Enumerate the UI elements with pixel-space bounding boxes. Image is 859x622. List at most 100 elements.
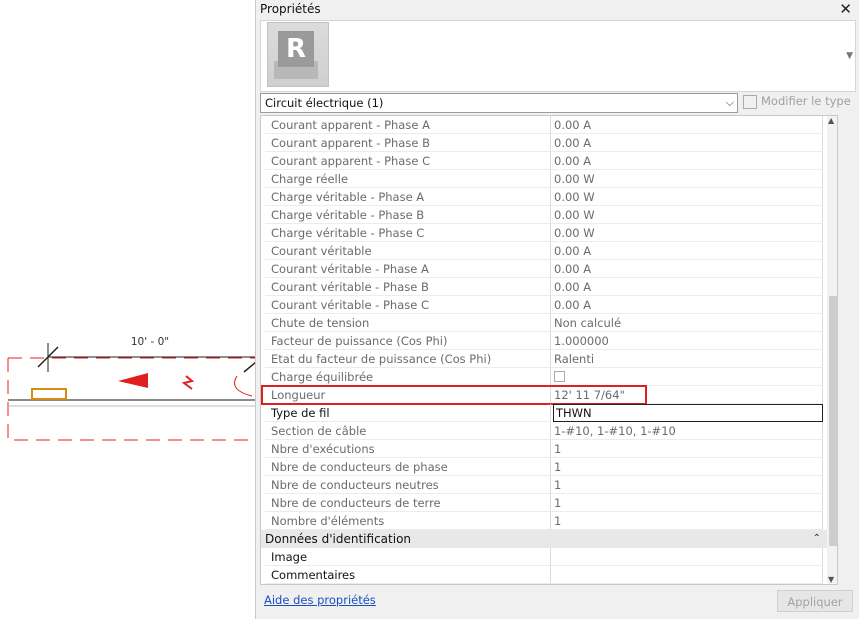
property-row[interactable]: Longueur 12' 11 7/64"	[261, 386, 837, 404]
property-name: Courant véritable - Phase A	[265, 260, 551, 278]
properties-panel: Propriétés ✕ R ▼ Circuit électrique (1) …	[255, 0, 859, 619]
vertical-scrollbar[interactable]: ▲ ▼	[827, 116, 837, 584]
property-value[interactable]: Ralenti	[551, 350, 823, 368]
property-value[interactable]: 1-#10, 1-#10, 1-#10	[551, 422, 823, 440]
property-row[interactable]: Nbre d'exécutions 1	[261, 440, 837, 458]
property-name: Facteur de puissance (Cos Phi)	[265, 332, 551, 350]
property-row[interactable]: Courant apparent - Phase B 0.00 A	[261, 134, 837, 152]
panel-title: Propriétés	[260, 2, 321, 16]
property-value[interactable]: 1	[551, 440, 823, 458]
property-name: Charge réelle	[265, 170, 551, 188]
type-dropdown-icon[interactable]: ▼	[846, 51, 853, 61]
property-row[interactable]: Charge véritable - Phase C 0.00 W	[261, 224, 837, 242]
property-name: Nbre d'exécutions	[265, 440, 551, 458]
edit-type-icon	[743, 94, 757, 109]
type-preview[interactable]: R ▼	[260, 20, 856, 92]
instance-selector-value: Circuit électrique (1)	[265, 96, 384, 110]
property-row[interactable]: Nbre de conducteurs neutres 1	[261, 476, 837, 494]
property-value[interactable]	[551, 566, 823, 584]
property-row[interactable]: Nombre d'éléments 1	[261, 512, 837, 530]
property-name: Charge véritable - Phase A	[265, 188, 551, 206]
property-row[interactable]: Facteur de puissance (Cos Phi) 1.000000	[261, 332, 837, 350]
property-name: Charge véritable - Phase C	[265, 224, 551, 242]
property-row[interactable]: Courant apparent - Phase C 0.00 A	[261, 152, 837, 170]
device-element	[31, 388, 67, 400]
property-row[interactable]: Charge réelle 0.00 W	[261, 170, 837, 188]
property-row[interactable]: Commentaires	[261, 566, 837, 584]
revit-logo-icon: R	[267, 22, 329, 87]
property-name: Section de câble	[265, 422, 551, 440]
property-name: Courant véritable	[265, 242, 551, 260]
property-name: Image	[265, 548, 551, 566]
property-row[interactable]: Courant véritable - Phase A 0.00 A	[261, 260, 837, 278]
property-row[interactable]: Courant véritable - Phase C 0.00 A	[261, 296, 837, 314]
wire-type-input[interactable]: THWN	[553, 404, 823, 422]
property-row[interactable]: Image	[261, 548, 837, 566]
property-name: Commentaires	[265, 566, 551, 584]
property-value[interactable]	[551, 548, 823, 566]
property-row[interactable]: Etat du facteur de puissance (Cos Phi) Ra…	[261, 350, 837, 368]
property-value[interactable]: 12' 11 7/64"	[551, 386, 823, 404]
property-value[interactable]: 1	[551, 494, 823, 512]
chevron-down-icon[interactable]: ⌵	[726, 96, 734, 110]
property-row[interactable]: Section de câble 1-#10, 1-#10, 1-#10	[261, 422, 837, 440]
property-name: Courant apparent - Phase C	[265, 152, 551, 170]
property-value[interactable]: 0.00 A	[551, 134, 823, 152]
modify-type-button[interactable]: Modifier le type	[743, 94, 851, 109]
property-value[interactable]: 0.00 A	[551, 152, 823, 170]
instance-selector[interactable]: Circuit électrique (1) ⌵	[260, 93, 738, 113]
property-name: Courant apparent - Phase A	[265, 116, 551, 134]
properties-grid: Courant apparent - Phase A 0.00 A Courant …	[260, 115, 838, 585]
property-name: Chute de tension	[265, 314, 551, 332]
scroll-up-icon[interactable]: ▲	[828, 116, 834, 125]
property-name: Nbre de conducteurs de terre	[265, 494, 551, 512]
property-value[interactable]: 1	[551, 512, 823, 530]
property-value[interactable]: 0.00 A	[551, 260, 823, 278]
property-row[interactable]: Nbre de conducteurs de terre 1	[261, 494, 837, 512]
property-row[interactable]: Chute de tension Non calculé	[261, 314, 837, 332]
property-value[interactable]: 0.00 W	[551, 224, 823, 242]
property-name: Nbre de conducteurs de phase	[265, 458, 551, 476]
property-row[interactable]: Nbre de conducteurs de phase 1	[261, 458, 837, 476]
property-row[interactable]: Charge véritable - Phase B 0.00 W	[261, 206, 837, 224]
circuit-symbol	[181, 375, 195, 390]
property-row[interactable]: Courant véritable - Phase B 0.00 A	[261, 278, 837, 296]
property-value[interactable]: 0.00 A	[551, 116, 823, 134]
close-icon[interactable]: ✕	[839, 0, 852, 18]
property-row[interactable]: Charge équilibrée	[261, 368, 837, 386]
balanced-load-checkbox[interactable]	[554, 371, 565, 382]
property-value[interactable]: 0.00 W	[551, 188, 823, 206]
panel-titlebar: Propriétés ✕	[256, 0, 859, 20]
property-row[interactable]: Courant apparent - Phase A 0.00 A	[261, 116, 837, 134]
scroll-thumb[interactable]	[829, 296, 837, 546]
property-name: Longueur	[265, 386, 551, 404]
property-value[interactable]: 0.00 A	[551, 242, 823, 260]
property-name: Charge véritable - Phase B	[265, 206, 551, 224]
property-row[interactable]: Charge véritable - Phase A 0.00 W	[261, 188, 837, 206]
modify-type-label: Modifier le type	[761, 94, 851, 108]
property-value[interactable]: 1.000000	[551, 332, 823, 350]
flow-arrow	[118, 373, 148, 388]
scroll-down-icon[interactable]: ▼	[828, 575, 834, 584]
property-value[interactable]: 1	[551, 458, 823, 476]
drawing-canvas[interactable]: 10' - 0"	[0, 0, 257, 619]
property-name: Courant apparent - Phase B	[265, 134, 551, 152]
collapse-icon[interactable]: ⌃	[813, 530, 821, 548]
property-value[interactable]: 0.00 W	[551, 206, 823, 224]
group-header-label: Données d'identification	[265, 532, 412, 546]
property-value[interactable]: 0.00 A	[551, 278, 823, 296]
property-value[interactable]: Non calculé	[551, 314, 823, 332]
dimension-label: 10' - 0"	[131, 336, 169, 348]
group-header-identification[interactable]: Données d'identification ⌃	[261, 530, 837, 548]
help-link[interactable]: Aide des propriétés	[264, 593, 376, 607]
property-name: Courant véritable - Phase C	[265, 296, 551, 314]
property-value[interactable]: 0.00 W	[551, 170, 823, 188]
property-row[interactable]: Courant véritable 0.00 A	[261, 242, 837, 260]
property-name: Courant véritable - Phase B	[265, 278, 551, 296]
arc-annotation	[234, 375, 253, 397]
property-value[interactable]	[551, 368, 823, 386]
property-name: Nombre d'éléments	[265, 512, 551, 530]
property-value[interactable]: 1	[551, 476, 823, 494]
apply-button[interactable]: Appliquer	[777, 590, 853, 612]
property-value[interactable]: 0.00 A	[551, 296, 823, 314]
